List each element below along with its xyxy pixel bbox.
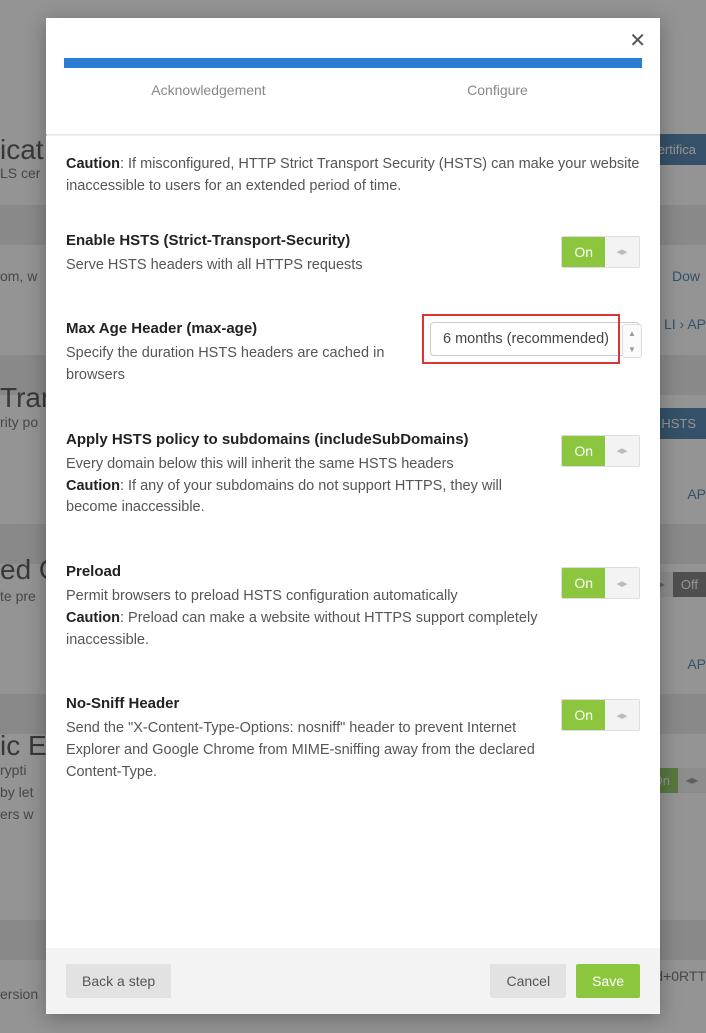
toggle-handle-icon: ◂▸ <box>605 436 639 466</box>
caution-label: Caution <box>66 478 120 494</box>
close-icon[interactable]: ✕ <box>629 28 646 53</box>
back-button[interactable]: Back a step <box>66 964 171 998</box>
setting-desc: Every domain below this will inherit the… <box>66 454 543 519</box>
toggle-on-label: On <box>562 568 605 598</box>
step-acknowledgement[interactable]: Acknowledgement <box>64 76 353 120</box>
setting-title: No-Sniff Header <box>66 695 543 712</box>
progress-bar <box>64 58 642 68</box>
caution-label: Caution <box>66 610 120 626</box>
setting-desc: Serve HSTS headers with all HTTPS reques… <box>66 255 543 277</box>
setting-desc: Send the "X-Content-Type-Options: nosnif… <box>66 718 543 783</box>
setting-title: Preload <box>66 563 543 580</box>
desc-caution: : Preload can make a website without HTT… <box>66 610 537 648</box>
toggle-handle-icon: ◂▸ <box>605 237 639 267</box>
setting-max-age: Max Age Header (max-age) Specify the dur… <box>66 320 640 387</box>
setting-title: Max Age Header (max-age) <box>66 320 412 337</box>
toggle-nosniff[interactable]: On ◂▸ <box>561 699 640 731</box>
select-value: 6 months (recommended) <box>430 322 640 356</box>
hsts-modal: ✕ Acknowledgement Configure Caution: If … <box>46 18 660 1014</box>
setting-preload: Preload Permit browsers to preload HSTS … <box>66 563 640 651</box>
toggle-on-label: On <box>562 700 605 730</box>
toggle-enable-hsts[interactable]: On ◂▸ <box>561 236 640 268</box>
save-button[interactable]: Save <box>576 964 640 998</box>
step-tabs: Acknowledgement Configure <box>64 76 642 120</box>
toggle-preload[interactable]: On ◂▸ <box>561 567 640 599</box>
modal-header: ✕ Acknowledgement Configure <box>46 18 660 134</box>
toggle-handle-icon: ◂▸ <box>605 568 639 598</box>
desc-caution: : If any of your subdomains do not suppo… <box>66 478 502 516</box>
desc-line: Every domain below this will inherit the… <box>66 456 454 472</box>
setting-desc: Permit browsers to preload HSTS configur… <box>66 586 543 651</box>
stepper-icon[interactable]: ▲▼ <box>622 324 642 358</box>
desc-line: Permit browsers to preload HSTS configur… <box>66 588 458 604</box>
cancel-button[interactable]: Cancel <box>490 964 566 998</box>
toggle-on-label: On <box>562 237 605 267</box>
modal-body: Caution: If misconfigured, HTTP Strict T… <box>46 136 660 948</box>
top-caution: Caution: If misconfigured, HTTP Strict T… <box>66 154 640 198</box>
setting-enable-hsts: Enable HSTS (Strict-Transport-Security) … <box>66 232 640 277</box>
setting-desc: Specify the duration HSTS headers are ca… <box>66 343 412 387</box>
modal-footer: Back a step Cancel Save <box>46 948 660 1014</box>
step-configure[interactable]: Configure <box>353 76 642 120</box>
caution-label: Caution <box>66 156 120 172</box>
toggle-handle-icon: ◂▸ <box>605 700 639 730</box>
setting-subdomains: Apply HSTS policy to subdomains (include… <box>66 431 640 519</box>
toggle-on-label: On <box>562 436 605 466</box>
toggle-subdomains[interactable]: On ◂▸ <box>561 435 640 467</box>
setting-title: Apply HSTS policy to subdomains (include… <box>66 431 543 448</box>
setting-nosniff: No-Sniff Header Send the "X-Content-Type… <box>66 695 640 783</box>
max-age-select[interactable]: 6 months (recommended) ▲▼ <box>430 322 640 356</box>
setting-title: Enable HSTS (Strict-Transport-Security) <box>66 232 543 249</box>
caution-text: : If misconfigured, HTTP Strict Transpor… <box>66 156 639 194</box>
